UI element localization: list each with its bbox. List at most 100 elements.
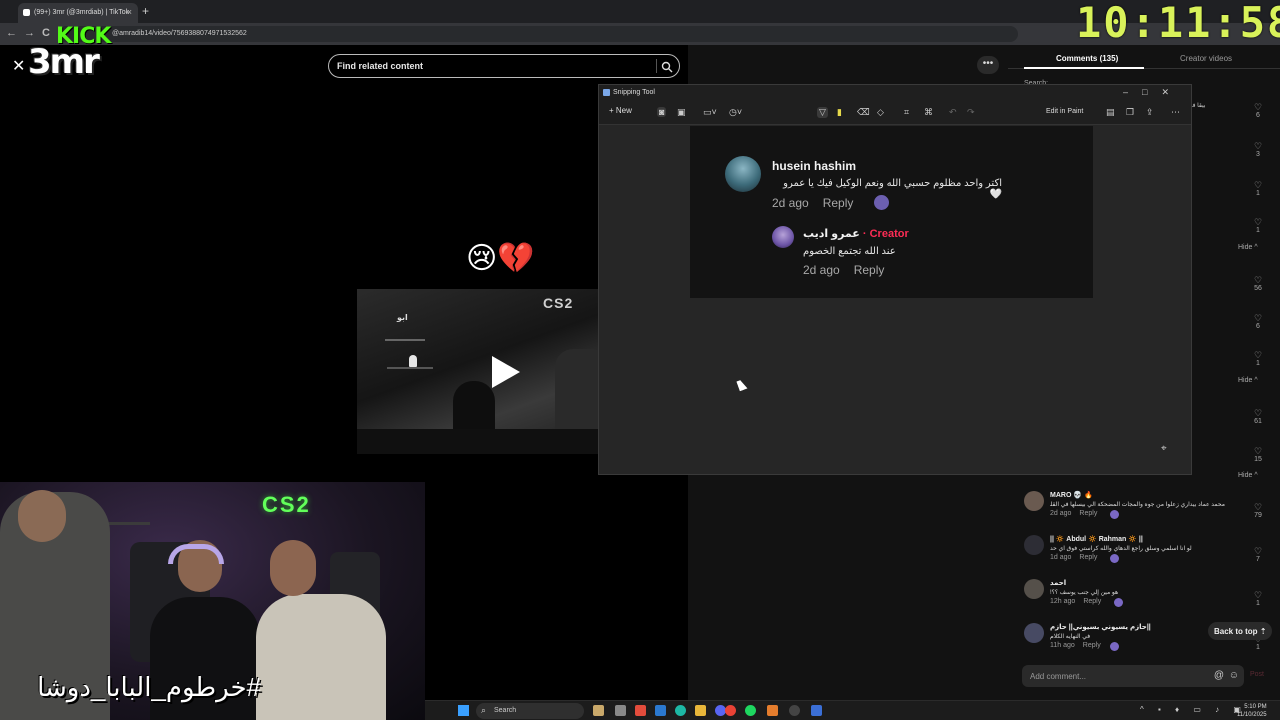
pen-icon[interactable]: ▽ [817, 107, 828, 118]
eraser-icon[interactable]: ⌫ [857, 107, 870, 118]
like-button[interactable]: ♡ 61 [1250, 408, 1266, 425]
widget-app-icon[interactable] [593, 705, 604, 716]
hide-replies-button[interactable]: Hide ^ [1238, 377, 1258, 384]
shapes-icon[interactable]: ◇ [877, 107, 884, 118]
share-icon[interactable]: ⇪ [1146, 107, 1154, 118]
app-icon[interactable] [635, 705, 646, 716]
reply-button[interactable]: Reply [1079, 554, 1097, 561]
crop-icon[interactable]: ⌗ [904, 107, 909, 118]
like-button[interactable]: ♡ 3 [1250, 141, 1266, 158]
creator-liked-icon [1110, 510, 1119, 519]
video-thumbnail[interactable]: CS2 ابو [357, 289, 598, 454]
mention-icon[interactable]: @ [1214, 670, 1224, 681]
snip-shape-icon[interactable]: ▭˅ [703, 107, 717, 118]
taskbar-clock[interactable]: 5:10 PM 11/10/2025 [1237, 703, 1267, 719]
like-button[interactable]: ♡ 79 [1250, 502, 1266, 519]
new-tab-button[interactable]: + [142, 4, 149, 18]
related-search-input[interactable]: Find related content [328, 54, 680, 78]
post-button[interactable]: Post [1250, 671, 1264, 678]
back-to-top-button[interactable]: Back to top ⇡ [1208, 622, 1272, 640]
shelf [385, 339, 425, 341]
outlook-app-icon[interactable] [655, 705, 666, 716]
emoji-icon[interactable]: ☺ [1229, 670, 1239, 681]
comment-author[interactable]: MARO 💀 🔥 [1050, 491, 1093, 499]
edit-in-paint-button[interactable]: Edit in Paint [1046, 108, 1083, 115]
like-button[interactable]: ♡ 15 [1250, 446, 1266, 463]
avatar[interactable] [1024, 623, 1044, 643]
like-button[interactable]: ♡1 [1250, 180, 1266, 197]
desk [357, 429, 598, 454]
like-button[interactable]: ♡ 6 [1250, 313, 1266, 330]
reply-button[interactable]: Reply [1079, 510, 1097, 517]
url-field[interactable]: @amradib14/video/7569388074971532562 [58, 26, 1018, 42]
comment-meta: 2d ago Reply [1050, 510, 1105, 517]
comment-author[interactable]: || 🔅 Abdul 🔅 Rahman 🔅 || [1050, 535, 1143, 543]
browser-tab[interactable]: (99+) 3mr (@3mrdiab) | TikTok × [18, 3, 138, 23]
reply-text: عند الله تجتمع الخصوم [803, 246, 896, 257]
reply-button[interactable]: Reply [1083, 642, 1101, 649]
comment-text: في النهايه الكلام [1050, 634, 1091, 640]
save-icon[interactable]: ▤ [1106, 107, 1115, 118]
play-icon[interactable] [492, 356, 520, 388]
snipping-toolbar: + New ◙ ▣ ▭˅ ◷˅ ▽ ▮ ⌫ ◇ ⌗ ⌘ ↶ ↷ Edit in … [599, 101, 1191, 125]
expand-icon[interactable]: ⌖ [1161, 443, 1167, 454]
highlighter-icon[interactable]: ▮ [837, 107, 842, 118]
like-count: 79 [1254, 512, 1262, 519]
more-icon[interactable]: ⋯ [1171, 107, 1180, 118]
back-icon[interactable]: ← [6, 27, 17, 39]
add-comment-input[interactable]: Add comment... @ ☺ [1022, 665, 1244, 687]
like-button[interactable]: ♡1 [1250, 217, 1266, 234]
video-emojis: 😢💔 [466, 242, 535, 275]
avatar[interactable] [1024, 491, 1044, 511]
app-icon[interactable] [789, 705, 800, 716]
comment-text: محمد عماد بيداري زعلوا من جوه والمجات ال… [1050, 502, 1225, 508]
new-snip-button[interactable]: + New [609, 106, 632, 115]
system-tray[interactable]: ^ ▪ ♦ ▭ ♪ ▣ [1140, 705, 1247, 714]
comment-text: هو مين إلي جنب يوسف ؟؟! [1050, 590, 1119, 596]
hide-replies-button[interactable]: Hide ^ [1238, 244, 1258, 251]
tab-comments[interactable]: Comments (135) [1056, 54, 1118, 63]
delay-timer-icon[interactable]: ◷˅ [729, 107, 742, 118]
close-video-icon[interactable]: ✕ [12, 56, 25, 76]
chrome-app-icon[interactable] [725, 705, 736, 716]
window-controls[interactable]: –□✕ [1123, 87, 1183, 98]
windows-start-icon[interactable] [458, 705, 469, 716]
video-mode-icon[interactable]: ▣ [677, 107, 686, 118]
like-button[interactable]: ♡1 [1250, 350, 1266, 367]
spotify-app-icon[interactable] [745, 705, 756, 716]
screenshot-mode-icon[interactable]: ◙ [657, 107, 667, 117]
like-button[interactable]: ♡ 6 [1250, 102, 1266, 119]
creator-liked-icon [1114, 598, 1123, 607]
text-actions-icon[interactable]: ⌘ [924, 107, 933, 118]
like-count: 6 [1256, 112, 1260, 119]
undo-icon[interactable]: ↶ [949, 107, 957, 118]
like-button[interactable]: ♡ 56 [1250, 275, 1266, 292]
taskview-app-icon[interactable] [615, 705, 626, 716]
snipping-app-icon[interactable] [811, 705, 822, 716]
more-options-button[interactable]: ••• [977, 56, 999, 74]
thumbnail-brand: CS2 [543, 295, 574, 311]
search-icon[interactable] [661, 60, 673, 78]
avatar[interactable] [1024, 535, 1044, 555]
hide-replies-button[interactable]: Hide ^ [1238, 472, 1258, 479]
logo-name-text: 3mr [28, 42, 100, 82]
app-icon[interactable] [767, 705, 778, 716]
explorer-app-icon[interactable] [695, 705, 706, 716]
copy-icon[interactable]: ❐ [1126, 107, 1134, 118]
tab-close-icon[interactable]: × [127, 7, 132, 17]
tab-creator-videos[interactable]: Creator videos [1180, 54, 1232, 63]
edge-app-icon[interactable] [675, 705, 686, 716]
taskbar-date: 11/10/2025 [1237, 712, 1267, 718]
comment-author[interactable]: احمد [1050, 579, 1066, 587]
heart-icon: ♡ [1253, 446, 1263, 456]
reply-button[interactable]: Reply [1083, 598, 1101, 605]
creator-badge: · Creator [862, 228, 909, 240]
like-button[interactable]: ♡1 [1250, 590, 1266, 607]
like-button[interactable]: ♡ 7 [1250, 546, 1266, 563]
comment-author[interactable]: حازم يسيوني بسيوني|| حازم|| [1050, 623, 1151, 631]
redo-icon[interactable]: ↷ [967, 107, 975, 118]
lamp [409, 355, 417, 367]
add-comment-placeholder: Add comment... [1030, 672, 1087, 681]
avatar[interactable] [1024, 579, 1044, 599]
taskbar-search[interactable]: ⌕ Search [476, 703, 584, 719]
